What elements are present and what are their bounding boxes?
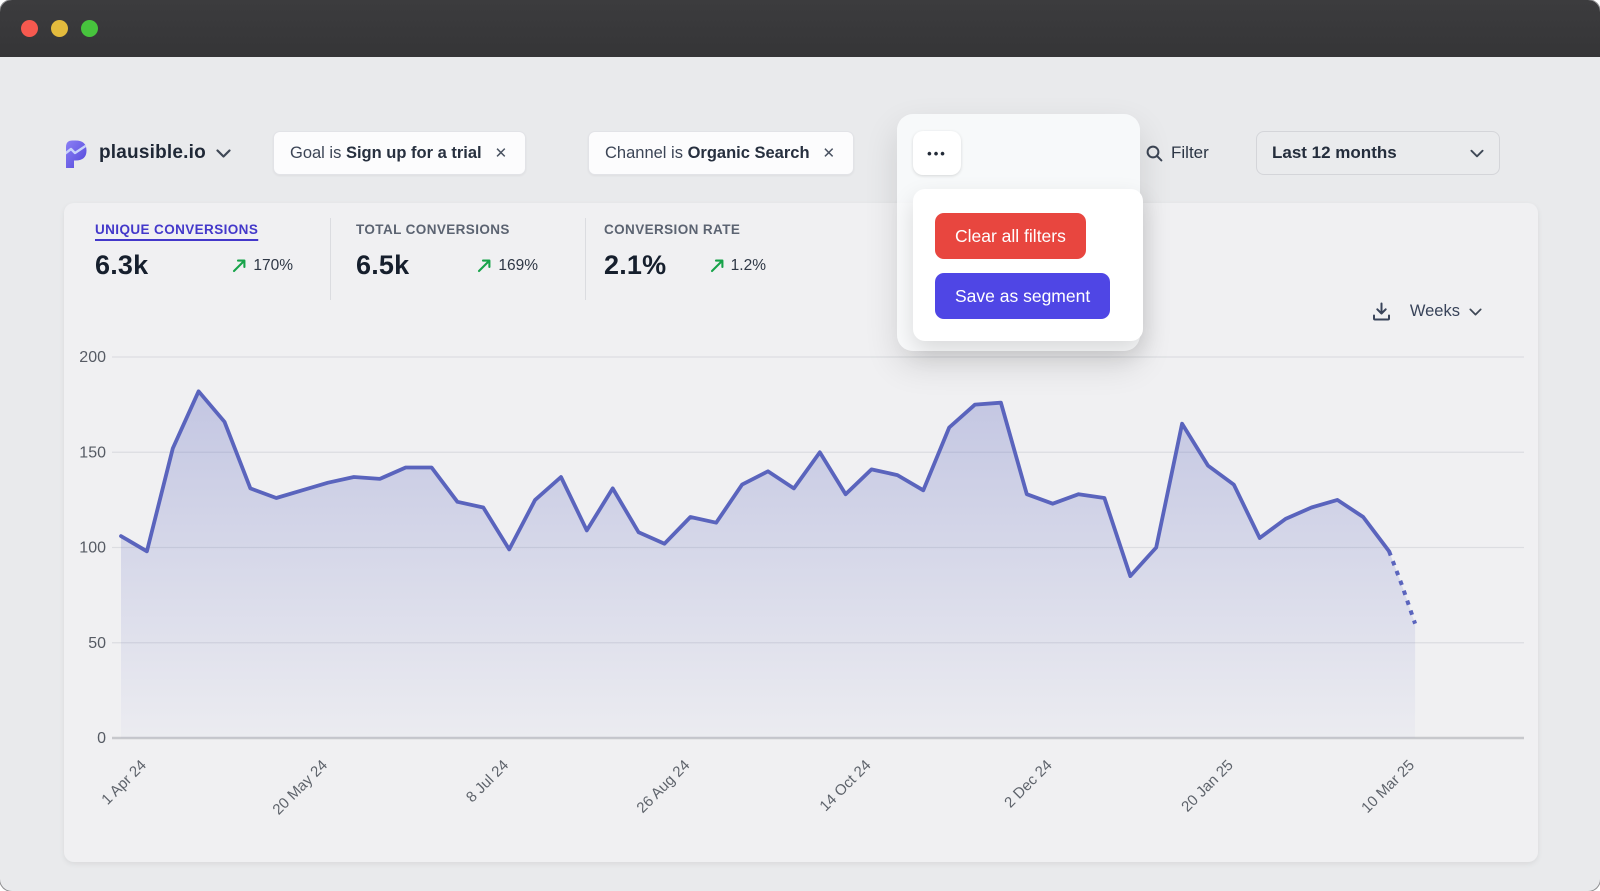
site-name: plausible.io [99, 142, 206, 164]
filter-pill-text: Goal is Sign up for a trial [290, 144, 482, 163]
svg-text:10 Mar 25: 10 Mar 25 [1358, 757, 1418, 817]
svg-text:50: 50 [88, 635, 106, 652]
metric-divider [330, 218, 331, 300]
total-conversions-value: 6.5k [356, 250, 409, 281]
trend-up-icon [710, 258, 725, 273]
svg-text:20 Jan 25: 20 Jan 25 [1178, 757, 1237, 816]
filter-pill-channel[interactable]: Channel is Organic Search ✕ [588, 131, 854, 175]
metric-unique-conversions: UNIQUE CONVERSIONS 6.3k 170% [95, 222, 293, 281]
site-picker[interactable]: plausible.io [62, 131, 231, 175]
clear-all-filters-button[interactable]: Clear all filters [935, 213, 1086, 259]
total-conversions-change: 169% [477, 257, 538, 275]
metric-divider [585, 218, 586, 300]
svg-text:8 Jul 24: 8 Jul 24 [463, 757, 512, 806]
unique-conversions-change: 170% [232, 257, 293, 275]
screenshot-stage: plausible.io Goal is Sign up for a trial… [0, 0, 1600, 891]
remove-channel-filter-button[interactable]: ✕ [821, 144, 838, 163]
interval-select[interactable]: Weeks [1410, 302, 1482, 321]
window-minimize-button[interactable] [51, 20, 68, 37]
more-filters-button[interactable]: ••• [913, 131, 961, 175]
svg-text:26 Aug 24: 26 Aug 24 [634, 757, 694, 817]
svg-text:200: 200 [79, 349, 106, 366]
svg-text:2 Dec 24: 2 Dec 24 [1001, 757, 1055, 811]
svg-text:1 Apr 24: 1 Apr 24 [98, 757, 150, 809]
chart-controls: Weeks [1371, 301, 1482, 322]
svg-text:100: 100 [79, 540, 106, 557]
unique-conversions-value: 6.3k [95, 250, 148, 281]
chevron-down-icon [1469, 308, 1482, 316]
plausible-logo-icon [62, 138, 89, 169]
svg-text:0: 0 [97, 730, 106, 747]
date-range-value: Last 12 months [1272, 143, 1397, 163]
search-icon [1146, 145, 1163, 162]
remove-goal-filter-button[interactable]: ✕ [493, 144, 510, 163]
chevron-down-icon [216, 149, 231, 158]
svg-text:20 May 24: 20 May 24 [269, 757, 331, 819]
tab-total-conversions[interactable]: TOTAL CONVERSIONS [356, 222, 510, 237]
download-icon [1371, 301, 1392, 322]
window-close-button[interactable] [21, 20, 38, 37]
filter-pill-goal[interactable]: Goal is Sign up for a trial ✕ [273, 131, 526, 175]
save-as-segment-button[interactable]: Save as segment [935, 273, 1110, 319]
app-window: plausible.io Goal is Sign up for a trial… [0, 0, 1600, 891]
trend-up-icon [477, 258, 492, 273]
svg-text:150: 150 [79, 444, 106, 461]
svg-text:14 Oct 24: 14 Oct 24 [816, 757, 874, 815]
dashboard-card: UNIQUE CONVERSIONS 6.3k 170% TOTAL CONVE… [64, 203, 1538, 862]
conversion-rate-value: 2.1% [604, 250, 666, 281]
trend-up-icon [232, 258, 247, 273]
filter-pill-text: Channel is Organic Search [605, 144, 810, 163]
download-button[interactable] [1371, 301, 1392, 322]
interval-value: Weeks [1410, 302, 1460, 321]
filter-actions-menu: Clear all filters Save as segment [913, 189, 1143, 341]
filter-button-label: Filter [1171, 143, 1209, 163]
window-zoom-button[interactable] [81, 20, 98, 37]
tab-unique-conversions[interactable]: UNIQUE CONVERSIONS [95, 222, 258, 237]
titlebar [0, 0, 1600, 57]
chevron-down-icon [1470, 149, 1484, 158]
conversion-rate-change: 1.2% [710, 257, 766, 275]
date-range-select[interactable]: Last 12 months [1256, 131, 1500, 175]
tab-conversion-rate[interactable]: CONVERSION RATE [604, 222, 740, 237]
conversions-chart: 0 50 100 150 200 1 Apr 24 20 May 24 8 Jul 24 26 … [64, 328, 1538, 858]
metric-conversion-rate: CONVERSION RATE 2.1% 1.2% [604, 222, 766, 281]
filter-button[interactable]: Filter [1146, 131, 1209, 175]
metric-total-conversions: TOTAL CONVERSIONS 6.5k 169% [356, 222, 538, 281]
